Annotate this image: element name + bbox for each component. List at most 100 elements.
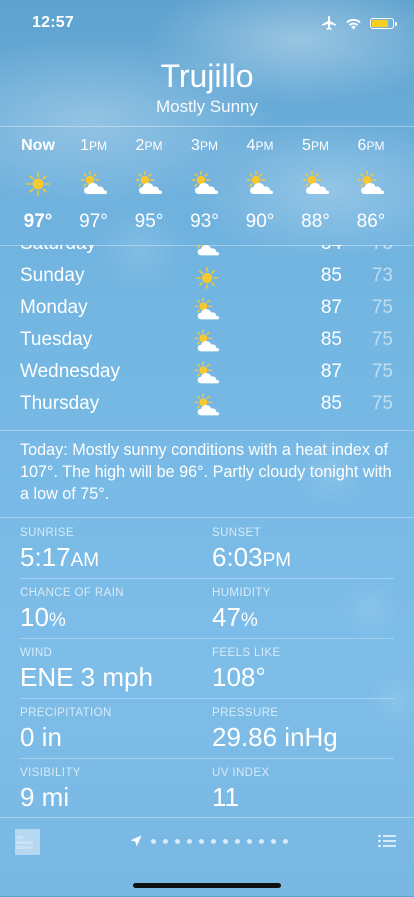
hour-label: 3PM: [191, 137, 218, 154]
battery-icon: [370, 17, 397, 29]
page-dot[interactable]: [163, 838, 168, 844]
detail-row: SUNRISE 5:17AM SUNSET 6:03PM: [20, 518, 394, 579]
day-name: Monday: [20, 297, 88, 318]
sun-icon: [193, 264, 221, 290]
partly-cloudy-icon: [79, 169, 109, 199]
partly-cloudy-icon: [190, 169, 220, 199]
hour-label: Now: [21, 137, 55, 154]
day-name: Saturday: [20, 245, 96, 255]
detail-value: 5:17AM: [20, 542, 100, 572]
airplane-icon: [322, 16, 336, 30]
hour-label: 4PM: [246, 137, 274, 154]
hour-temp: 88°: [301, 211, 330, 232]
detail-label: PRESSURE: [212, 707, 279, 719]
hour-temp: 97°: [23, 211, 53, 232]
day-low: 75: [371, 297, 393, 318]
partly-cloudy-icon: [193, 360, 221, 386]
city-name: Trujillo: [160, 58, 254, 94]
detail-label: SUNSET: [212, 527, 262, 539]
page-dot[interactable]: [283, 838, 288, 844]
detail-value: 108°: [212, 662, 266, 692]
partly-cloudy-icon: [193, 245, 221, 258]
page-dot[interactable]: [151, 838, 156, 844]
day-low: 73: [372, 245, 393, 255]
detail-value: 29.86 inHg: [212, 722, 338, 752]
page-dot[interactable]: [235, 838, 240, 844]
day-low: 75: [371, 393, 393, 414]
page-dot[interactable]: [247, 838, 252, 844]
day-low: 75: [371, 361, 393, 382]
day-high: 84: [321, 245, 342, 255]
location-arrow-icon: [130, 835, 142, 847]
detail-value: ENE 3 mph: [20, 662, 153, 692]
detail-label: UV INDEX: [212, 767, 270, 779]
detail-value: 11: [212, 782, 239, 812]
daily-row: Monday 87 75: [0, 293, 414, 325]
day-name: Wednesday: [20, 361, 120, 382]
hour-temp: 86°: [356, 211, 386, 232]
hour-temp: 97°: [79, 211, 108, 232]
detail-label: FEELS LIKE: [212, 647, 281, 659]
detail-label: WIND: [20, 647, 53, 659]
day-high: 85: [320, 265, 342, 286]
page-dot[interactable]: [199, 838, 204, 844]
day-high: 87: [320, 361, 342, 382]
day-high: 85: [320, 329, 342, 350]
page-dot[interactable]: [223, 838, 228, 844]
status-bar: 12:57: [0, 0, 414, 48]
day-high: 87: [320, 297, 342, 318]
detail-row: CHANCE OF RAIN 10% HUMIDITY 47%: [20, 578, 394, 639]
page-dot[interactable]: [271, 838, 276, 844]
hour-temp: 95°: [134, 211, 164, 232]
hour-label: 1PM: [80, 137, 107, 154]
detail-label: PRECIPITATION: [20, 707, 112, 719]
daily-row: Sunday 85 73: [0, 261, 414, 293]
status-time: 12:57: [32, 14, 74, 31]
daily-forecast[interactable]: Saturday 84 73 Sunday 85 73 Monday 87 75…: [0, 245, 414, 420]
hourly-forecast[interactable]: Now 97° 1PM 97° 2PM 95° 3PM 93° 4PM 90° 5PM 88…: [0, 126, 414, 246]
detail-row: WIND ENE 3 mph FEELS LIKE 108°: [20, 638, 394, 699]
detail-value: 10%: [20, 602, 66, 632]
partly-cloudy-icon: [193, 296, 221, 322]
sun-icon: [23, 169, 53, 199]
detail-label: VISIBILITY: [20, 767, 81, 779]
detail-value: 0 in: [20, 722, 62, 752]
status-icons: [321, 15, 397, 31]
detail-label: CHANCE OF RAIN: [20, 587, 124, 599]
detail-value: 6:03PM: [212, 542, 292, 572]
page-indicator[interactable]: [130, 835, 288, 847]
page-dot[interactable]: [175, 838, 180, 844]
partly-cloudy-icon: [301, 169, 331, 199]
hour-temp: 93°: [190, 211, 219, 232]
page-dot[interactable]: [259, 838, 264, 844]
page-dot[interactable]: [211, 838, 216, 844]
day-low: 75: [371, 329, 393, 350]
day-name: Sunday: [20, 265, 85, 286]
wifi-icon: [346, 18, 361, 29]
forecast-summary: Today: Mostly sunny conditions with a he…: [0, 430, 414, 518]
daily-row: Thursday 85 75: [0, 389, 414, 420]
list-icon[interactable]: [378, 834, 396, 848]
day-high: 85: [320, 393, 342, 414]
detail-row: PRECIPITATION 0 in PRESSURE 29.86 inHg: [20, 698, 394, 759]
daily-row: Wednesday 87 75: [0, 357, 414, 389]
detail-label: SUNRISE: [20, 527, 74, 539]
hour-label: 6PM: [357, 137, 385, 154]
partly-cloudy-icon: [356, 169, 386, 199]
day-name: Thursday: [20, 393, 100, 414]
partly-cloudy-icon: [245, 169, 275, 199]
current-condition: Mostly Sunny: [155, 97, 259, 116]
home-indicator[interactable]: [133, 883, 281, 888]
day-name: Tuesday: [20, 329, 93, 350]
page-dot[interactable]: [187, 838, 192, 844]
daily-row: Tuesday 85 75: [0, 325, 414, 357]
hour-label: 2PM: [135, 137, 163, 154]
detail-value: 9 mi: [20, 782, 70, 812]
hour-label: 5PM: [302, 137, 329, 154]
weather-channel-logo[interactable]: The Weather Channel: [15, 829, 40, 855]
detail-label: HUMIDITY: [212, 587, 271, 599]
partly-cloudy-icon: [193, 392, 221, 418]
partly-cloudy-icon: [193, 328, 221, 354]
detail-value: 47%: [212, 602, 258, 632]
daily-row: Saturday 84 73: [0, 245, 414, 261]
